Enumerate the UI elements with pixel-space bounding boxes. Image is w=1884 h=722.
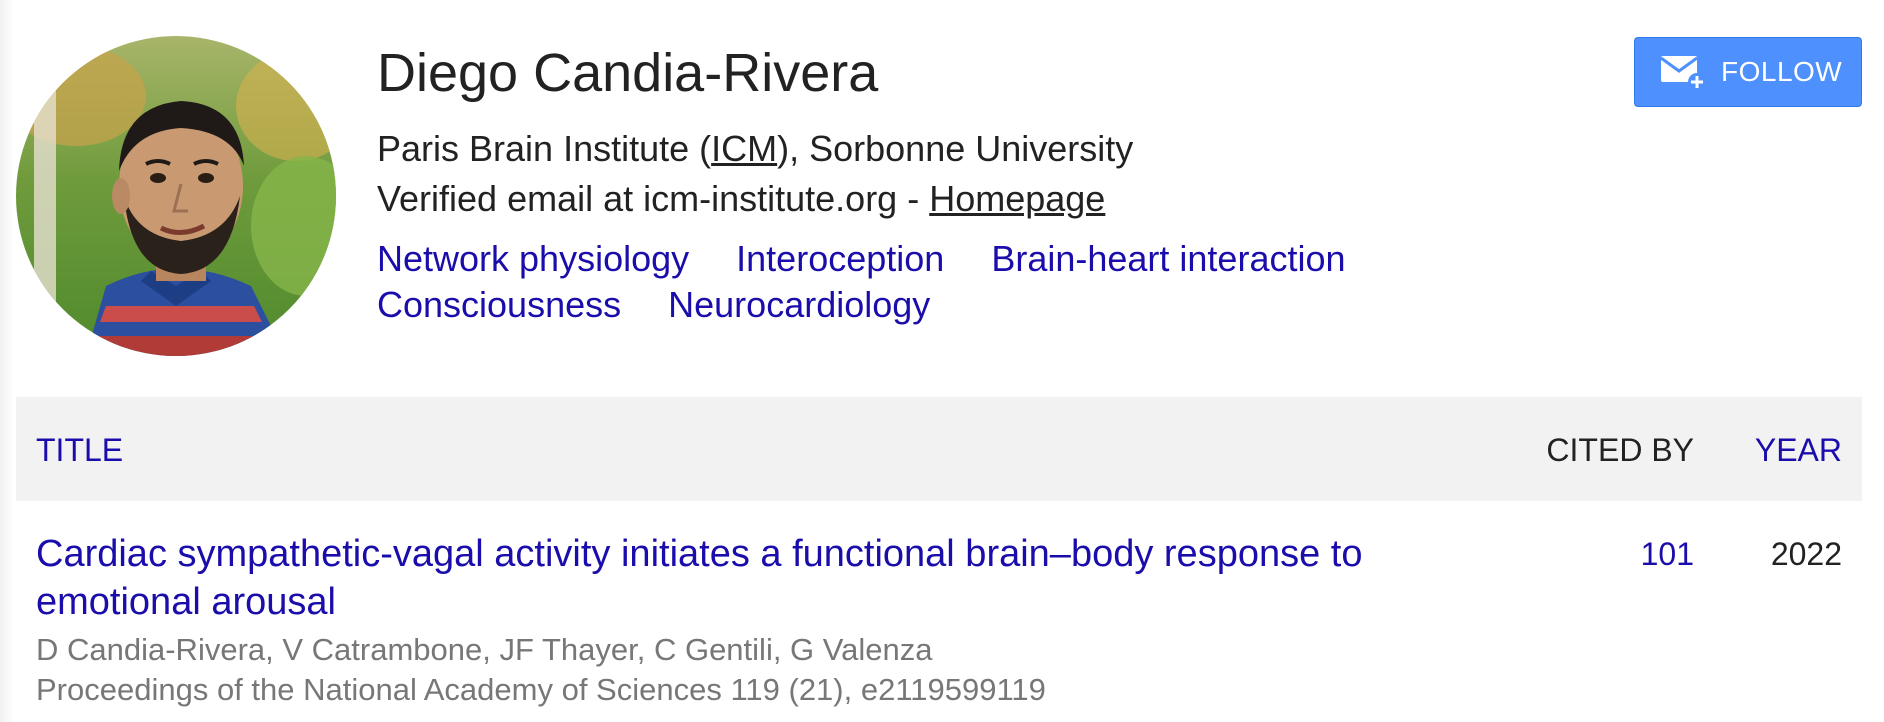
affiliation-link[interactable]: ICM (711, 128, 777, 169)
profile-name: Diego Candia-Rivera (377, 43, 879, 103)
research-interests: Network physiology Interoception Brain-h… (377, 236, 1617, 328)
cited-by-header: CITED BY (1546, 432, 1694, 468)
affiliation: Paris Brain Institute (ICM), Sorbonne Un… (377, 124, 1617, 174)
profile-info: Diego Candia-Rivera Paris Brain Institut… (377, 38, 1617, 328)
affiliation-prefix: Paris Brain Institute ( (377, 128, 712, 169)
interest-link[interactable]: Brain-heart interaction (991, 236, 1345, 282)
article-venue: Proceedings of the National Academy of S… (36, 672, 1046, 707)
article-authors: D Candia-Rivera, V Catrambone, JF Thayer… (36, 632, 933, 667)
interest-link[interactable]: Consciousness (377, 282, 621, 328)
follow-label: FOLLOW (1721, 56, 1843, 87)
interest-link[interactable]: Interoception (736, 236, 944, 282)
follow-button[interactable]: FOLLOW (1634, 37, 1862, 107)
homepage-link[interactable]: Homepage (929, 178, 1105, 219)
mail-plus-icon (1660, 56, 1706, 91)
sort-by-year[interactable]: YEAR (1755, 432, 1842, 468)
affiliation-suffix: ), Sorbonne University (777, 128, 1134, 169)
page-left-edge (0, 0, 14, 722)
sort-by-title[interactable]: TITLE (36, 432, 123, 468)
verified-email: Verified email at icm-institute.org - Ho… (377, 174, 1617, 224)
email-text: Verified email at icm-institute.org - (377, 178, 930, 219)
articles-table-header: TITLE CITED BY YEAR (16, 397, 1862, 501)
avatar-photo (16, 36, 336, 356)
article-year: 2022 (1770, 536, 1842, 572)
table-row: Cardiac sympathetic-vagal activity initi… (16, 530, 1862, 722)
article-title-link[interactable]: Cardiac sympathetic-vagal activity initi… (36, 530, 1476, 626)
interest-link[interactable]: Network physiology (377, 236, 689, 282)
interest-link[interactable]: Neurocardiology (668, 282, 930, 328)
cited-by-count-link[interactable]: 101 (1641, 534, 1694, 574)
avatar (16, 36, 336, 356)
